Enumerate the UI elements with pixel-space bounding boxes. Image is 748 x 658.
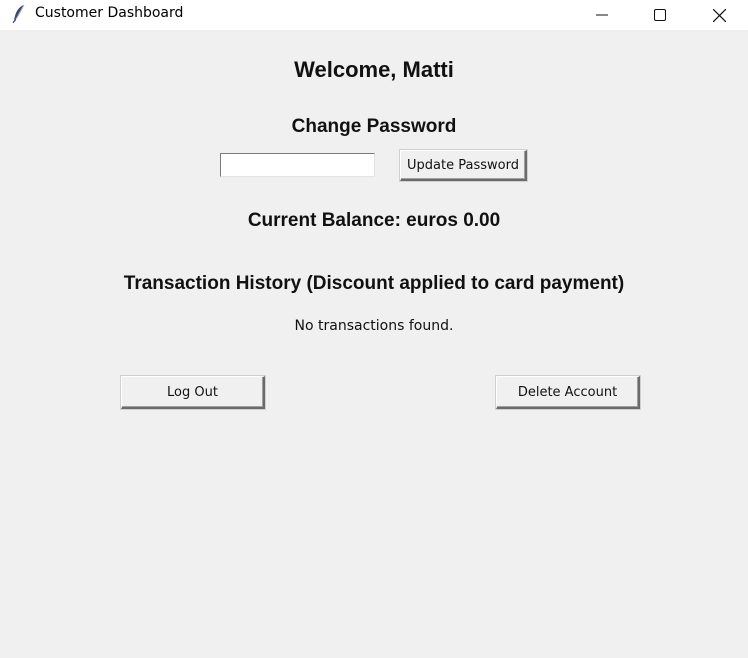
maximize-icon: [654, 9, 666, 21]
maximize-button[interactable]: [631, 0, 689, 30]
title-bar: Customer Dashboard: [0, 0, 748, 30]
new-password-input[interactable]: [220, 153, 375, 177]
minimize-icon: [596, 14, 608, 16]
close-icon: [712, 8, 726, 22]
window-title: Customer Dashboard: [35, 5, 184, 21]
current-balance: Current Balance: euros 0.00: [247, 210, 501, 231]
transaction-history-heading: Transaction History (Discount applied to…: [123, 273, 625, 294]
logout-button[interactable]: Log Out: [121, 376, 265, 409]
welcome-heading: Welcome, Matti: [294, 57, 454, 82]
dashboard-content: Welcome, Matti Change Password Update Pa…: [0, 30, 748, 658]
delete-account-button[interactable]: Delete Account: [496, 376, 640, 409]
feather-icon: [11, 4, 27, 24]
no-transactions-message: No transactions found.: [294, 318, 454, 334]
minimize-button[interactable]: [573, 0, 631, 30]
change-password-heading: Change Password: [291, 116, 457, 137]
close-button[interactable]: [690, 0, 748, 30]
update-password-button[interactable]: Update Password: [400, 150, 527, 181]
